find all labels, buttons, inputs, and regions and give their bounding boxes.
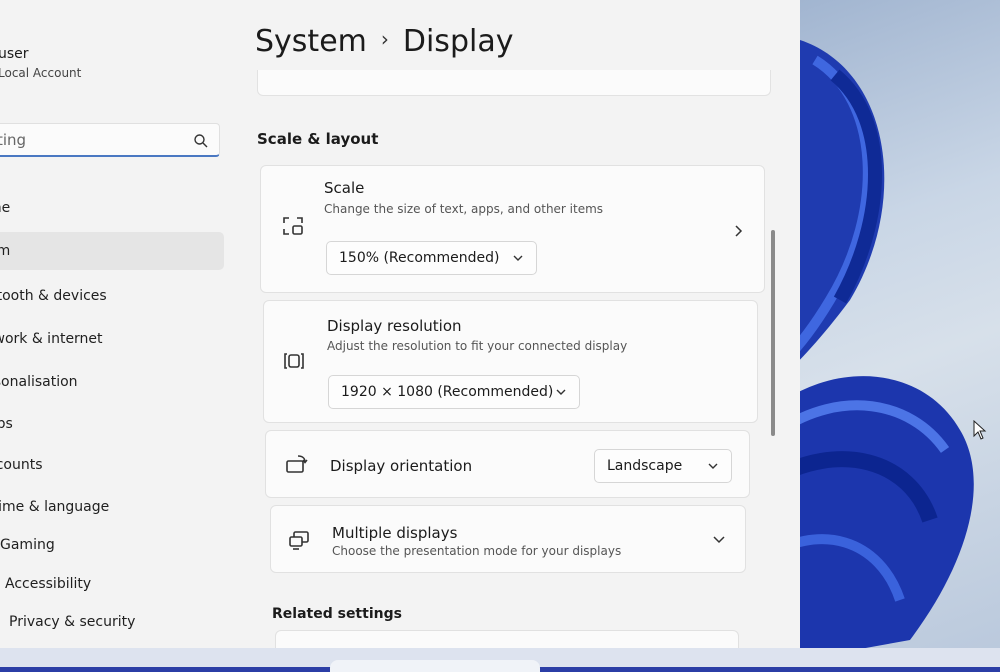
sidebar-item-system[interactable]: em	[0, 232, 224, 270]
orientation-title: Display orientation	[330, 457, 473, 475]
scale-value: 150% (Recommended)	[339, 250, 500, 266]
scale-card[interactable]: Scale Change the size of text, apps, and…	[260, 165, 765, 293]
search-input[interactable]	[0, 130, 177, 150]
section-title-scale-layout: Scale & layout	[257, 130, 379, 148]
search-icon[interactable]	[193, 133, 209, 149]
page-title: Display	[402, 24, 514, 59]
main-content: System › Display Scale & layout Scale Chan…	[235, 0, 800, 648]
resolution-card: Display resolution Adjust the resolution…	[263, 300, 758, 423]
scale-icon	[283, 217, 303, 235]
mouse-cursor-icon	[973, 420, 987, 440]
sidebar-item-personalisation[interactable]: rsonalisation	[0, 363, 224, 401]
sidebar-item-label: Accessibility	[5, 576, 92, 592]
orientation-dropdown[interactable]: Landscape	[594, 449, 732, 483]
sidebar-item-label: ccounts	[0, 457, 43, 473]
chevron-down-icon	[708, 463, 718, 469]
related-settings-card[interactable]	[275, 630, 739, 648]
resolution-title: Display resolution	[327, 317, 462, 335]
sidebar-item-label: Gaming	[0, 537, 55, 553]
orientation-card: Display orientation Landscape	[265, 430, 750, 498]
sidebar-item-network-internet[interactable]: twork & internet	[0, 320, 224, 358]
sidebar-item-accounts[interactable]: ccounts	[0, 446, 224, 484]
sidebar-item-label: em	[0, 243, 11, 259]
resolution-dropdown[interactable]: 1920 × 1080 (Recommended)	[328, 375, 580, 409]
previous-card	[257, 70, 771, 96]
sidebar-item-label: etooth & devices	[0, 288, 107, 304]
sidebar-item-label: ops	[0, 416, 13, 432]
scale-title: Scale	[324, 179, 365, 197]
chevron-down-icon	[556, 389, 566, 395]
orientation-icon	[286, 455, 308, 473]
sidebar: user Local Account me em etooth & device…	[0, 0, 235, 648]
user-account-type: Local Account	[0, 66, 82, 80]
breadcrumb-parent[interactable]: System	[255, 24, 367, 59]
sidebar-item-accessibility[interactable]: Accessibility	[5, 565, 241, 603]
chevron-down-icon	[513, 255, 523, 261]
sidebar-item-label: Time & language	[0, 499, 110, 515]
sidebar-item-home[interactable]: me	[0, 189, 224, 227]
sidebar-item-gaming[interactable]: Gaming	[0, 526, 236, 564]
sidebar-item-label: twork & internet	[0, 331, 103, 347]
sidebar-item-label: Privacy & security	[9, 614, 136, 630]
breadcrumb-separator: ›	[380, 27, 389, 51]
sidebar-item-time-language[interactable]: Time & language	[0, 488, 226, 526]
taskbar-search[interactable]	[330, 660, 540, 672]
resolution-description: Adjust the resolution to fit your connec…	[327, 339, 628, 353]
chevron-down-icon[interactable]	[712, 534, 726, 546]
multiple-displays-description: Choose the presentation mode for your di…	[332, 544, 622, 558]
breadcrumb: System › Display	[255, 24, 513, 59]
user-name: user	[0, 46, 29, 62]
scale-dropdown[interactable]: 150% (Recommended)	[326, 241, 537, 275]
multiple-displays-title: Multiple displays	[332, 524, 458, 542]
sidebar-item-apps[interactable]: ops	[0, 405, 224, 443]
search-box[interactable]	[0, 123, 220, 157]
sidebar-item-label: me	[0, 200, 11, 216]
sidebar-item-bluetooth-devices[interactable]: etooth & devices	[0, 277, 224, 315]
sidebar-item-privacy-security[interactable]: Privacy & security	[9, 603, 245, 641]
scale-description: Change the size of text, apps, and other…	[324, 202, 604, 216]
resolution-value: 1920 × 1080 (Recommended)	[341, 384, 554, 400]
sidebar-item-label: rsonalisation	[0, 374, 78, 390]
multiple-displays-icon	[289, 531, 309, 550]
multiple-displays-card[interactable]: Multiple displays Choose the presentatio…	[270, 505, 746, 573]
taskbar	[0, 648, 1000, 672]
section-title-related-settings: Related settings	[272, 606, 402, 622]
chevron-right-icon[interactable]	[732, 224, 744, 238]
orientation-value: Landscape	[607, 458, 683, 474]
settings-window: user Local Account me em etooth & device…	[0, 0, 800, 648]
scrollbar[interactable]	[771, 230, 775, 436]
resolution-icon	[284, 353, 304, 369]
